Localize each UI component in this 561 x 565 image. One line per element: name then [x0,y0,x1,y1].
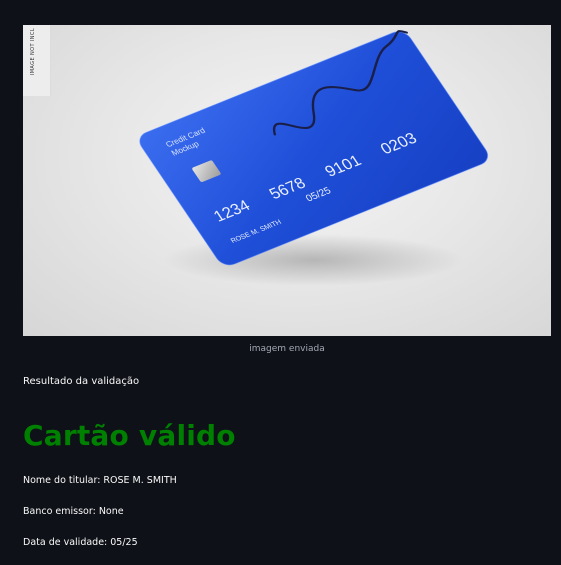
validation-status: Cartão válido [23,419,236,452]
watermark-text: IMAGE NOT INCL [30,28,36,76]
result-heading: Resultado da validação [23,376,140,387]
uploaded-image: Credit Card Mockup 1234 5678 9101 0203 R… [23,25,551,336]
watermark-tab: IMAGE NOT INCL [23,25,51,96]
credit-card: Credit Card Mockup 1234 5678 9101 0203 R… [139,30,489,266]
holder-name-field: Nome do titular: ROSE M. SMITH [23,475,177,486]
expiry-date-field: Data de validade: 05/25 [23,537,138,548]
credit-card-mockup: Credit Card Mockup 1234 5678 9101 0203 R… [139,30,489,286]
app-page: Credit Card Mockup 1234 5678 9101 0203 R… [0,0,561,565]
image-caption: imagem enviada [249,344,325,354]
issuer-bank-field: Banco emissor: None [23,506,124,517]
